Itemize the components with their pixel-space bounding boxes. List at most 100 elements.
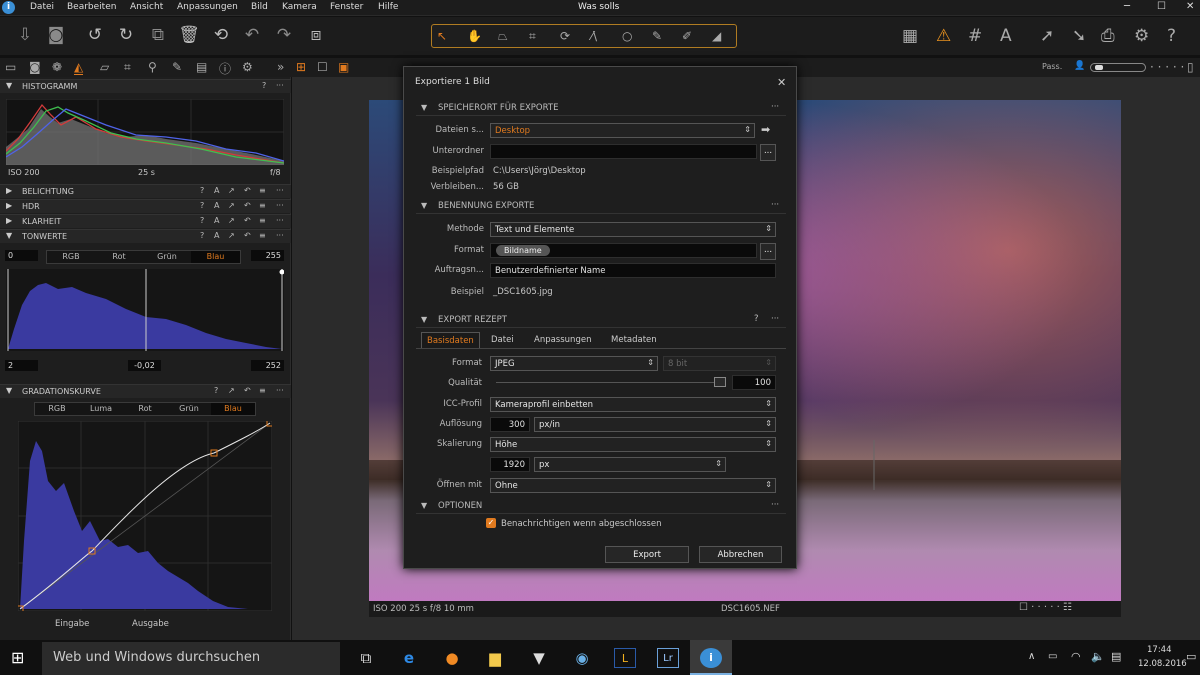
help-icon[interactable]: ? <box>200 231 204 240</box>
bildname-token[interactable]: Bildname <box>496 245 550 256</box>
grid-view-icon[interactable]: ▦ <box>902 26 918 46</box>
lightroom-icon-1[interactable]: L <box>614 648 636 668</box>
edge-browser-icon[interactable]: e <box>398 648 420 668</box>
quality-slider-track[interactable] <box>496 382 726 383</box>
variants-icon[interactable]: ⧈ <box>305 25 327 45</box>
presets-icon[interactable]: ≡ <box>259 201 266 210</box>
exposure-tab-icon[interactable]: ◭ <box>74 60 84 75</box>
menu-hilfe[interactable]: Hilfe <box>378 2 398 12</box>
help-icon[interactable]: ? <box>262 81 266 90</box>
curve-header[interactable]: ▼ GRADATIONSKURVE ? ↗ ↶ ≡ ··· <box>0 384 291 398</box>
tab-datei[interactable]: Datei <box>486 332 519 348</box>
help-icon[interactable]: ? <box>200 216 204 225</box>
brush-icon[interactable]: ✎ <box>652 29 662 43</box>
scroll-handle-icon[interactable]: ▯ <box>1187 60 1194 74</box>
pan-hand-icon[interactable]: ✋ <box>467 29 482 43</box>
curve-editor[interactable] <box>18 421 272 611</box>
tab-basisdaten[interactable]: Basisdaten <box>421 332 480 348</box>
lightroom-icon-2[interactable]: Lr <box>657 648 679 668</box>
more-icon[interactable]: ··· <box>771 102 779 112</box>
tab-metadaten[interactable]: Metadaten <box>606 332 662 348</box>
quality-input[interactable]: 100 <box>732 375 776 390</box>
collapse-arrow-icon[interactable]: ▼ <box>421 201 427 210</box>
menu-bearbeiten[interactable]: Bearbeiten <box>67 2 116 12</box>
curve-channel-green[interactable]: Grün <box>167 403 211 415</box>
collapse-arrow-icon[interactable]: ▼ <box>421 501 427 510</box>
presets-icon[interactable]: ≡ <box>259 216 266 225</box>
more-icon[interactable]: ··· <box>771 200 779 210</box>
task-view-icon[interactable]: ⧉ <box>355 648 377 668</box>
curve-channel-blue[interactable]: Blau <box>211 403 255 415</box>
curve-channel-rgb[interactable]: RGB <box>35 403 79 415</box>
select-cursor-icon[interactable]: ↖ <box>437 29 447 43</box>
histogram-header[interactable]: ▼ HISTOGRAMM ? ··· <box>0 79 291 93</box>
action-center-icon[interactable]: ▭ <box>1186 650 1196 663</box>
levels-header[interactable]: ▼ TONWERTE ? A ↗ ↶ ≡ ··· <box>0 229 291 243</box>
help-icon[interactable]: ? <box>754 314 759 324</box>
menu-ansicht[interactable]: Ansicht <box>130 2 163 12</box>
menu-bild[interactable]: Bild <box>251 2 268 12</box>
more-icon[interactable]: ··· <box>771 314 779 324</box>
firefox-icon[interactable]: ● <box>441 648 463 668</box>
copy-apply-icon[interactable]: ↗ <box>228 231 235 240</box>
auto-adjust-icon[interactable]: A <box>214 186 219 195</box>
expand-panel-icon[interactable]: » <box>277 60 284 74</box>
reset-icon[interactable]: ↶ <box>244 231 251 240</box>
auto-adjust-icon[interactable]: A <box>214 231 219 240</box>
reset-icon[interactable]: ↶ <box>244 216 251 225</box>
more-icon[interactable]: ··· <box>276 231 284 240</box>
windows-start-icon[interactable]: ⊞ <box>11 648 24 667</box>
clarity-header[interactable]: ▶ KLARHEIT ? A ↗ ↶ ≡ ··· <box>0 214 291 228</box>
menu-fenster[interactable]: Fenster <box>330 2 363 12</box>
scaling-unit-select[interactable]: px ⇕ <box>534 457 726 472</box>
reset-icon[interactable]: ↶ <box>244 386 251 395</box>
local-adjust-tab-icon[interactable]: ✎ <box>172 60 182 74</box>
more-icon[interactable]: ··· <box>276 81 284 90</box>
copy-apply-icon[interactable]: ↗ <box>228 186 235 195</box>
trash-icon[interactable]: 🗑 <box>178 25 200 45</box>
text-overlay-icon[interactable]: A <box>1000 26 1012 46</box>
spot-removal-icon[interactable]: ○ <box>622 29 632 43</box>
reset-icon[interactable]: ↶ <box>244 186 251 195</box>
redo-icon[interactable]: ↷ <box>273 25 295 45</box>
straighten-icon[interactable]: ⁄\ <box>591 29 597 43</box>
close-window-icon[interactable]: ✕ <box>1186 1 1194 12</box>
levels-output-low[interactable]: 2 <box>5 360 38 371</box>
crop-icon[interactable]: ⌗ <box>529 29 536 44</box>
levels-channel-red[interactable]: Rot <box>95 251 143 263</box>
collapse-arrow-icon[interactable]: ▼ <box>6 231 12 240</box>
wifi-icon[interactable]: ◠ <box>1071 650 1081 663</box>
more-icon[interactable]: ··· <box>276 386 284 395</box>
rating-slider[interactable] <box>1090 63 1146 72</box>
rotate-left-icon[interactable]: ↺ <box>84 25 106 45</box>
expand-arrow-icon[interactable]: ▶ <box>6 216 12 225</box>
menu-kamera[interactable]: Kamera <box>282 2 317 12</box>
camera-icon[interactable]: ◙ <box>45 25 67 45</box>
details-tab-icon[interactable]: ⚲ <box>148 60 157 74</box>
resolution-unit-select[interactable]: px/in ⇕ <box>534 417 776 432</box>
export-arrow-icon[interactable]: ➚ <box>1040 26 1054 46</box>
levels-midtone[interactable]: -0,02 <box>128 360 161 371</box>
notify-checkbox[interactable]: ✓ <box>486 518 496 528</box>
composition-tab-icon[interactable]: ⌗ <box>124 60 131 75</box>
grid-overlay-icon[interactable]: # <box>968 26 982 46</box>
import-icon[interactable]: ⇩ <box>14 25 36 45</box>
library-tab-icon[interactable]: ▭ <box>5 60 16 74</box>
eraser-icon[interactable]: ✐ <box>682 29 692 43</box>
captureone-icon[interactable]: i <box>700 648 722 668</box>
warning-icon[interactable]: ⚠ <box>936 26 951 46</box>
job-name-input[interactable]: Benutzerdefinierter Name <box>490 263 776 278</box>
volume-icon[interactable]: 🔈 <box>1091 650 1105 663</box>
expand-arrow-icon[interactable]: ▶ <box>6 201 12 210</box>
help-icon[interactable]: ? <box>200 186 204 195</box>
exposure-header[interactable]: ▶ BELICHTUNG ? A ↗ ↶ ≡ ··· <box>0 184 291 198</box>
color-tab-icon[interactable]: ❁ <box>52 60 62 74</box>
dest-select[interactable]: Desktop ⇕ <box>490 123 755 138</box>
collapse-arrow-icon[interactable]: ▼ <box>6 386 12 395</box>
auto-adjust-icon[interactable]: A <box>214 216 219 225</box>
undo-icon[interactable]: ↶ <box>241 25 263 45</box>
taskbar-search-box[interactable]: Web und Windows durchsuchen <box>42 642 340 675</box>
gradient-mask-icon[interactable]: ◢ <box>712 29 721 43</box>
reset-icon[interactable]: ↶ <box>244 201 251 210</box>
output-tab-icon[interactable]: ⚙ <box>242 60 253 74</box>
